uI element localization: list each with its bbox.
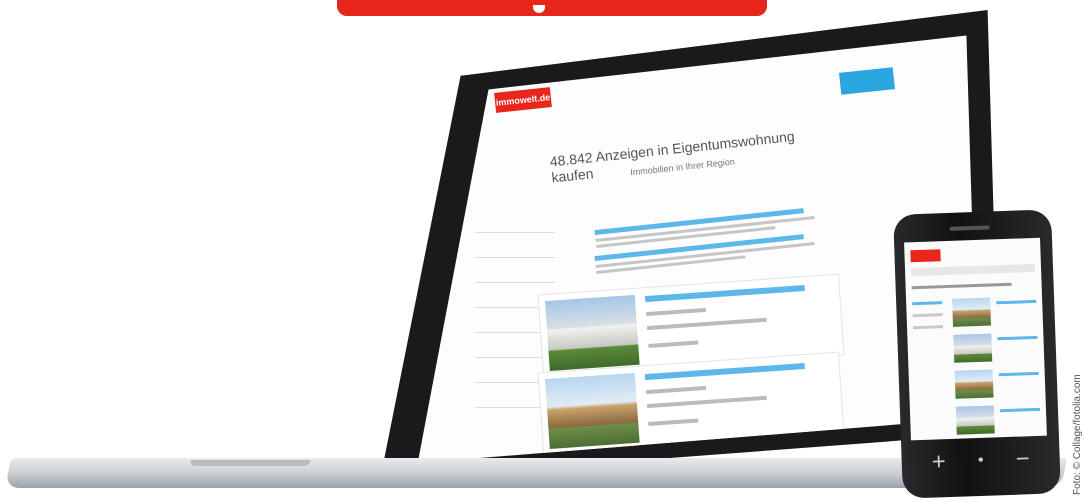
- red-banner: [337, 0, 767, 16]
- phone-listing-title[interactable]: [999, 407, 1041, 413]
- phone-thumb[interactable]: [955, 405, 995, 435]
- phone-listing-title[interactable]: [996, 299, 1037, 305]
- listing-photo[interactable]: [544, 294, 640, 371]
- filter-item[interactable]: [475, 268, 555, 283]
- phone-filter[interactable]: [912, 313, 943, 318]
- filter-item[interactable]: [475, 218, 555, 233]
- listing-title[interactable]: [644, 362, 805, 381]
- laptop-groove: [189, 460, 311, 466]
- phone-speaker: [949, 225, 990, 231]
- phone-listing-title[interactable]: [998, 371, 1039, 377]
- phone-header-bar: [910, 263, 1036, 277]
- phone-screen: [904, 237, 1047, 441]
- listing-photo[interactable]: [544, 372, 640, 449]
- listing-price: [645, 385, 707, 395]
- listing-price: [645, 307, 707, 317]
- listing-meta: [648, 340, 699, 349]
- search-button[interactable]: [838, 67, 896, 95]
- site-logo: immowelt.de: [494, 87, 552, 113]
- phone-thumb[interactable]: [954, 369, 994, 399]
- filter-item[interactable]: [475, 243, 555, 258]
- phone-site-logo: [910, 249, 941, 263]
- smartphone: + • −: [893, 209, 1061, 499]
- phone-headline: [911, 282, 1012, 290]
- phone-thumb[interactable]: [953, 333, 993, 363]
- listing-details: [646, 317, 767, 331]
- results-headline: 48.842 Anzeigen in Eigentumswohnung kauf…: [549, 127, 796, 186]
- phone-filter[interactable]: [912, 325, 944, 330]
- listing-meta: [648, 418, 699, 427]
- phone-listing-title[interactable]: [997, 335, 1038, 341]
- listing-details: [646, 395, 767, 409]
- listing-title[interactable]: [644, 284, 805, 303]
- photo-credit: Foto: © Collage/fotolia.com: [1072, 374, 1083, 495]
- phone-filter[interactable]: [912, 301, 943, 306]
- minus-button[interactable]: −: [1009, 445, 1036, 473]
- home-button[interactable]: •: [967, 447, 994, 474]
- banner-notch: [533, 5, 545, 13]
- phone-thumb[interactable]: [952, 297, 992, 327]
- plus-button[interactable]: +: [925, 448, 952, 476]
